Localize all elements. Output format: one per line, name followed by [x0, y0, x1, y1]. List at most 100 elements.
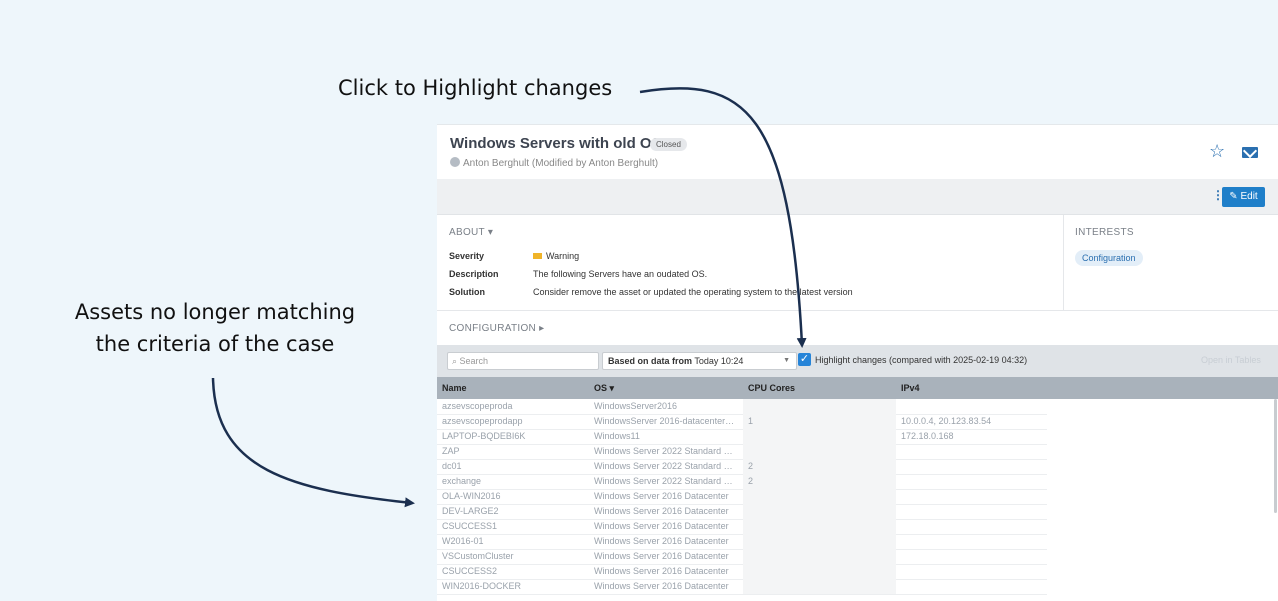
- case-header: Windows Servers with old OS Closed Anton…: [437, 125, 1278, 180]
- cell-os: Windows Server 2016 Datacenter: [594, 551, 729, 561]
- cell-cpu-cores: [743, 534, 896, 549]
- interests-label: INTERESTS: [1075, 227, 1134, 238]
- interests-section: INTERESTS Configuration: [1064, 215, 1278, 311]
- table-scrollbar[interactable]: [1274, 399, 1277, 513]
- description-row: Description The following Servers have an…: [449, 269, 707, 279]
- cell-ipv4: [896, 579, 1048, 594]
- search-placeholder: Search: [459, 356, 489, 366]
- table-row[interactable]: azsevscopeprodapp WindowsServer 2016-data…: [437, 414, 1047, 430]
- filter-bar: ⌕ Search Based on data from Today 10:24 …: [437, 345, 1278, 377]
- cell-name: VSCustomCluster: [442, 551, 514, 561]
- case-title: Windows Servers with old OS: [450, 135, 662, 152]
- cell-cpu-cores: [743, 429, 896, 444]
- solution-row: Solution Consider remove the asset or upd…: [449, 287, 853, 297]
- cell-cpu-cores: 2: [743, 474, 896, 489]
- table-row[interactable]: exchange Windows Server 2022 Standard … 2: [437, 474, 1047, 490]
- table-row[interactable]: CSUCCESS2 Windows Server 2016 Datacenter: [437, 564, 1047, 580]
- cell-cpu-cores: [743, 519, 896, 534]
- about-section: ABOUT ▾ Severity Warning Description The f…: [437, 215, 1064, 311]
- table-row[interactable]: WIN2016-DOCKER Windows Server 2016 Datace…: [437, 579, 1047, 595]
- solution-key: Solution: [449, 287, 485, 297]
- cell-name: OLA-WIN2016: [442, 491, 501, 501]
- status-badge: Closed: [650, 138, 687, 151]
- table-row[interactable]: DEV-LARGE2 Windows Server 2016 Datacenter: [437, 504, 1047, 520]
- cell-os: Windows Server 2022 Standard …: [594, 461, 733, 471]
- cell-ipv4: [896, 399, 1048, 414]
- cell-ipv4: 172.18.0.168: [901, 431, 954, 441]
- owner-text: Anton Berghult (Modified by Anton Berghu…: [463, 158, 659, 169]
- highlight-changes-checkbox[interactable]: ✓: [798, 353, 811, 366]
- cell-os: Windows Server 2016 Datacenter: [594, 491, 729, 501]
- cell-cpu-cores: [743, 489, 896, 504]
- cell-ipv4: [896, 489, 1048, 504]
- assets-hint-line-2: the criteria of the case: [95, 332, 335, 356]
- cell-name: CSUCCESS1: [442, 521, 498, 531]
- column-header-ipv4[interactable]: IPv4: [896, 377, 1048, 399]
- configuration-toggle[interactable]: CONFIGURATION ▸: [449, 323, 544, 334]
- avatar-icon: [450, 157, 460, 167]
- warning-flag-icon: [533, 253, 542, 259]
- cell-ipv4: [896, 564, 1048, 579]
- star-icon[interactable]: ☆: [1209, 141, 1225, 162]
- cell-name: ZAP: [442, 446, 460, 456]
- about-toggle[interactable]: ABOUT ▾: [449, 227, 493, 238]
- table-row[interactable]: ZAP Windows Server 2022 Standard …: [437, 444, 1047, 460]
- cell-name: dc01: [442, 461, 462, 471]
- cell-name: azsevscopeprodapp: [442, 416, 523, 426]
- assets-hint-line-1: Assets no longer matching: [74, 300, 356, 324]
- table-row[interactable]: LAPTOP-BQDEBI6K Windows11 172.18.0.168: [437, 429, 1047, 445]
- assets-hint-annotation: Assets no longer matching the criteria o…: [40, 296, 390, 360]
- cell-os: Windows Server 2016 Datacenter: [594, 566, 729, 576]
- cell-os: Windows Server 2022 Standard …: [594, 476, 733, 486]
- table-row[interactable]: OLA-WIN2016 Windows Server 2016 Datacente…: [437, 489, 1047, 505]
- cell-os: Windows Server 2016 Datacenter: [594, 521, 729, 531]
- edit-label: Edit: [1240, 191, 1258, 202]
- date-value: Today 10:24: [694, 356, 744, 366]
- cell-name: CSUCCESS2: [442, 566, 498, 576]
- cell-ipv4: [896, 534, 1048, 549]
- case-toolbar: ⋮ ✎ Edit: [437, 179, 1278, 215]
- column-header-os[interactable]: OS ▾: [589, 377, 743, 399]
- cell-cpu-cores: [743, 564, 896, 579]
- cell-ipv4: [896, 474, 1048, 489]
- cell-os: Windows Server 2016 Datacenter: [594, 506, 729, 516]
- highlight-changes-label[interactable]: Highlight changes (compared with 2025-02…: [815, 355, 1027, 365]
- cell-ipv4: [896, 444, 1048, 459]
- search-input[interactable]: ⌕ Search: [447, 352, 599, 370]
- cell-os: WindowsServer 2016-datacenter…: [594, 416, 735, 426]
- table-row[interactable]: W2016-01 Windows Server 2016 Datacenter: [437, 534, 1047, 550]
- date-select[interactable]: Based on data from Today 10:24 ▼: [602, 352, 797, 370]
- edit-button[interactable]: ✎ Edit: [1222, 187, 1265, 207]
- cell-name: exchange: [442, 476, 482, 486]
- cell-cpu-cores: [743, 579, 896, 594]
- cell-name: W2016-01: [442, 536, 484, 546]
- cell-cpu-cores: [743, 399, 896, 414]
- mail-icon[interactable]: [1242, 147, 1258, 158]
- cell-name: WIN2016-DOCKER: [442, 581, 522, 591]
- case-owner: Anton Berghult (Modified by Anton Berghu…: [450, 157, 658, 169]
- date-prefix: Based on data from: [608, 356, 693, 366]
- cell-os: Windows Server 2022 Standard …: [594, 446, 733, 456]
- table-row[interactable]: dc01 Windows Server 2022 Standard … 2: [437, 459, 1047, 475]
- column-header-name[interactable]: Name: [437, 377, 589, 399]
- cell-name: DEV-LARGE2: [442, 506, 499, 516]
- cell-cpu-cores: 1: [743, 414, 896, 429]
- solution-value: Consider remove the asset or updated the…: [533, 287, 853, 297]
- column-header-cpu-cores[interactable]: CPU Cores: [743, 377, 896, 399]
- assets-arrow: [211, 377, 415, 508]
- cell-os: Windows Server 2016 Datacenter: [594, 536, 729, 546]
- cell-cpu-cores: [743, 444, 896, 459]
- open-in-tables-link[interactable]: Open in Tables: [1201, 355, 1261, 365]
- cell-ipv4: [896, 504, 1048, 519]
- severity-row: Severity Warning: [449, 251, 579, 261]
- severity-key: Severity: [449, 251, 485, 261]
- table-row[interactable]: azsevscopeproda WindowsServer2016: [437, 399, 1047, 415]
- cell-ipv4: [896, 549, 1048, 564]
- table-row[interactable]: VSCustomCluster Windows Server 2016 Datac…: [437, 549, 1047, 565]
- interest-tag[interactable]: Configuration: [1075, 250, 1143, 266]
- severity-value: Warning: [546, 251, 580, 261]
- cell-os: Windows11: [594, 431, 640, 441]
- highlight-hint-annotation: Click to Highlight changes: [338, 76, 613, 100]
- cell-ipv4: 10.0.0.4, 20.123.83.54: [901, 416, 992, 426]
- table-row[interactable]: CSUCCESS1 Windows Server 2016 Datacenter: [437, 519, 1047, 535]
